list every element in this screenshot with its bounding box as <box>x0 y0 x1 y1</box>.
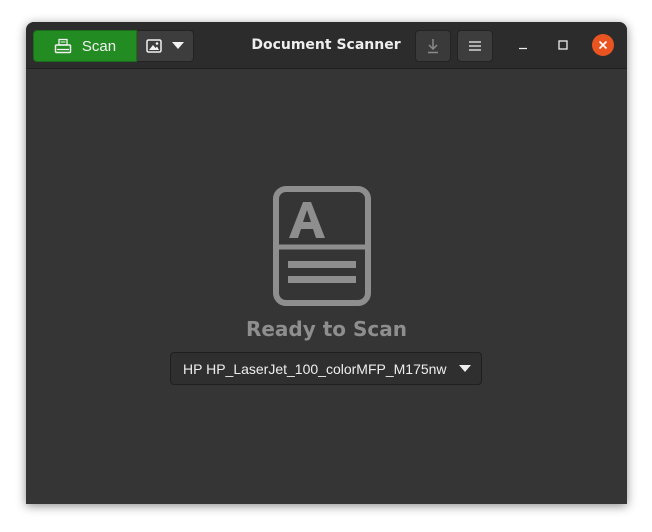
minimize-button[interactable] <box>512 34 534 56</box>
chevron-down-icon <box>459 364 471 373</box>
window-title: Document Scanner <box>251 37 401 53</box>
device-dropdown[interactable]: HP HP_LaserJet_100_colorMFP_M175nw <box>170 352 482 385</box>
chevron-down-icon <box>172 42 184 50</box>
maximize-icon <box>558 40 568 50</box>
scan-button[interactable]: Scan <box>33 30 137 62</box>
document-icon <box>272 185 372 311</box>
main-menu-button[interactable] <box>457 30 493 62</box>
headerbar: Scan Document Scanner <box>26 22 627 69</box>
scan-button-label: Scan <box>81 37 117 55</box>
main-content: Ready to Scan HP HP_LaserJet_100_colorMF… <box>26 69 627 504</box>
app-window: Scan Document Scanner Ready to Scan HP H… <box>26 22 627 504</box>
download-icon <box>426 38 440 54</box>
save-button[interactable] <box>415 30 451 62</box>
status-label: Ready to Scan <box>245 317 408 341</box>
device-dropdown-label: HP HP_LaserJet_100_colorMFP_M175nw <box>183 360 447 377</box>
scanner-icon <box>54 38 72 54</box>
close-button[interactable] <box>592 34 614 56</box>
image-icon <box>146 39 162 53</box>
close-icon <box>598 40 608 50</box>
maximize-button[interactable] <box>552 34 574 56</box>
scan-type-dropdown[interactable] <box>137 30 194 62</box>
hamburger-menu-icon <box>468 40 482 52</box>
minimize-icon <box>518 40 528 50</box>
